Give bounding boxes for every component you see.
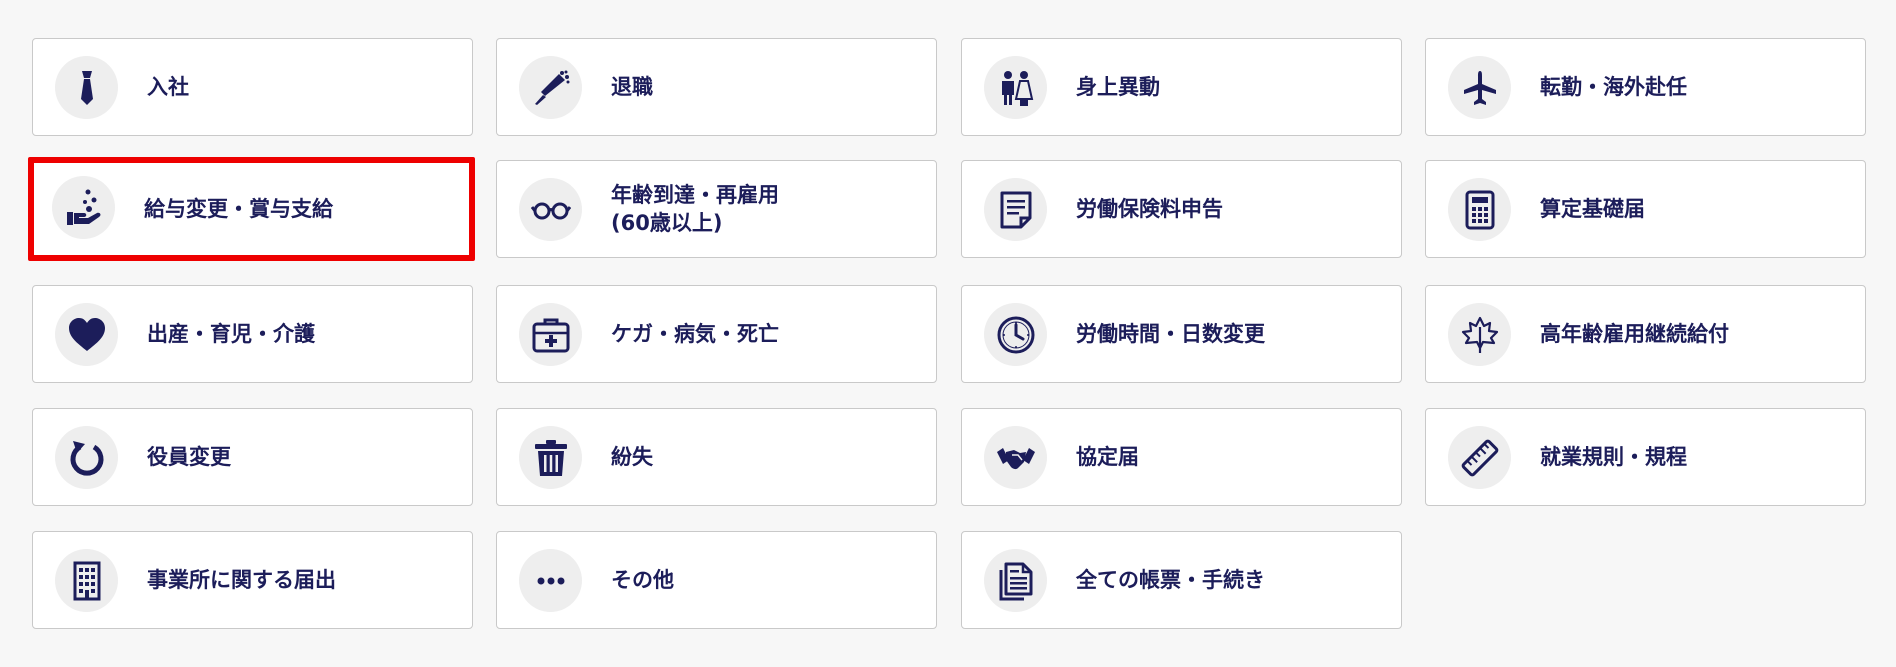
procedure-card-kega-byoki[interactable]: ケガ・病気・死亡 <box>496 285 937 383</box>
procedure-label: 協定届 <box>1076 445 1139 469</box>
calculator-icon <box>1465 190 1494 229</box>
procedure-card-taishoku[interactable]: 退職 <box>496 38 937 136</box>
procedure-label: 算定基礎届 <box>1540 197 1645 221</box>
icon-circle <box>984 178 1047 241</box>
procedure-label: 転勤・海外赴任 <box>1540 75 1687 99</box>
procedure-label: 事業所に関する届出 <box>147 568 336 592</box>
procedure-label: 年齢到達・再雇用 (60歳以上) <box>611 183 779 235</box>
icon-circle <box>519 426 582 489</box>
procedure-card-yakuin-henko[interactable]: 役員変更 <box>32 408 473 506</box>
icon-circle <box>55 303 118 366</box>
icon-circle <box>519 178 582 241</box>
procedure-label: 労働時間・日数変更 <box>1076 322 1265 346</box>
bouquet-icon <box>534 70 569 105</box>
wedding-couple-icon <box>1001 70 1033 106</box>
icon-circle <box>55 549 118 612</box>
documents-icon <box>999 562 1032 600</box>
procedure-card-kyotei-todoke[interactable]: 協定届 <box>961 408 1402 506</box>
procedure-label: ケガ・病気・死亡 <box>611 322 779 346</box>
icon-circle <box>1448 303 1511 366</box>
procedure-label: 労働保険料申告 <box>1076 197 1223 221</box>
procedure-label: 身上異動 <box>1076 75 1160 99</box>
first-aid-kit-icon <box>532 318 569 352</box>
procedure-label: 給与変更・賞与支給 <box>144 197 333 221</box>
procedure-card-konenrei-koyo[interactable]: 高年齢雇用継続給付 <box>1425 285 1866 383</box>
icon-circle <box>519 303 582 366</box>
icon-circle <box>984 549 1047 612</box>
procedure-label: 役員変更 <box>147 445 231 469</box>
procedure-label: 退職 <box>611 75 653 99</box>
procedure-card-jigyosho[interactable]: 事業所に関する届出 <box>32 531 473 629</box>
procedure-card-sonota[interactable]: その他 <box>496 531 937 629</box>
necktie-icon <box>80 70 93 105</box>
procedure-label: 高年齢雇用継続給付 <box>1540 322 1729 346</box>
icon-circle <box>984 303 1047 366</box>
icon-circle <box>984 56 1047 119</box>
icon-circle <box>984 426 1047 489</box>
procedure-label: 入社 <box>147 75 189 99</box>
maple-leaf-icon <box>1461 316 1498 353</box>
building-icon <box>73 561 100 600</box>
clock-icon <box>997 316 1034 353</box>
procedure-label: 紛失 <box>611 445 653 469</box>
procedure-card-shinjo-ido[interactable]: 身上異動 <box>961 38 1402 136</box>
icon-circle <box>1448 426 1511 489</box>
handshake-icon <box>996 447 1035 469</box>
icon-circle <box>55 56 118 119</box>
hand-coins-icon <box>66 189 100 225</box>
icon-circle <box>519 56 582 119</box>
procedure-card-rodo-jikan[interactable]: 労働時間・日数変更 <box>961 285 1402 383</box>
procedure-card-tenkin[interactable]: 転勤・海外赴任 <box>1425 38 1866 136</box>
icon-circle <box>1448 178 1511 241</box>
more-dots-icon <box>537 577 564 584</box>
procedure-card-shussan[interactable]: 出産・育児・介護 <box>32 285 473 383</box>
procedure-card-nenrei-totatsu[interactable]: 年齢到達・再雇用 (60歳以上) <box>496 160 937 258</box>
document-icon <box>1000 191 1031 228</box>
procedure-card-nyusha[interactable]: 入社 <box>32 38 473 136</box>
procedure-card-kyuyo-henko[interactable]: 給与変更・賞与支給 <box>28 157 475 261</box>
glasses-icon <box>530 202 571 219</box>
procedure-card-rodo-hokenryo[interactable]: 労働保険料申告 <box>961 160 1402 258</box>
procedure-card-santei-kiso[interactable]: 算定基礎届 <box>1425 160 1866 258</box>
icon-circle <box>519 549 582 612</box>
icon-circle <box>1448 56 1511 119</box>
procedure-label: 全ての帳票・手続き <box>1076 568 1265 592</box>
ruler-icon <box>1461 439 1498 476</box>
icon-circle <box>52 176 115 239</box>
procedure-card-shugyo-kisoku[interactable]: 就業規則・規程 <box>1425 408 1866 506</box>
refresh-icon <box>70 440 103 476</box>
airplane-icon <box>1463 70 1496 105</box>
heart-icon <box>68 317 105 351</box>
procedure-label: 就業規則・規程 <box>1540 445 1687 469</box>
trash-icon <box>534 439 567 476</box>
procedure-label: 出産・育児・介護 <box>147 322 315 346</box>
icon-circle <box>55 426 118 489</box>
procedure-grid: 入社 退職 身上異動 転勤・海外赴任 給与変更・賞与支給 年齢到達・再雇用 (6… <box>0 0 1896 667</box>
procedure-card-subete[interactable]: 全ての帳票・手続き <box>961 531 1402 629</box>
procedure-label: その他 <box>611 568 674 592</box>
procedure-card-funshitsu[interactable]: 紛失 <box>496 408 937 506</box>
